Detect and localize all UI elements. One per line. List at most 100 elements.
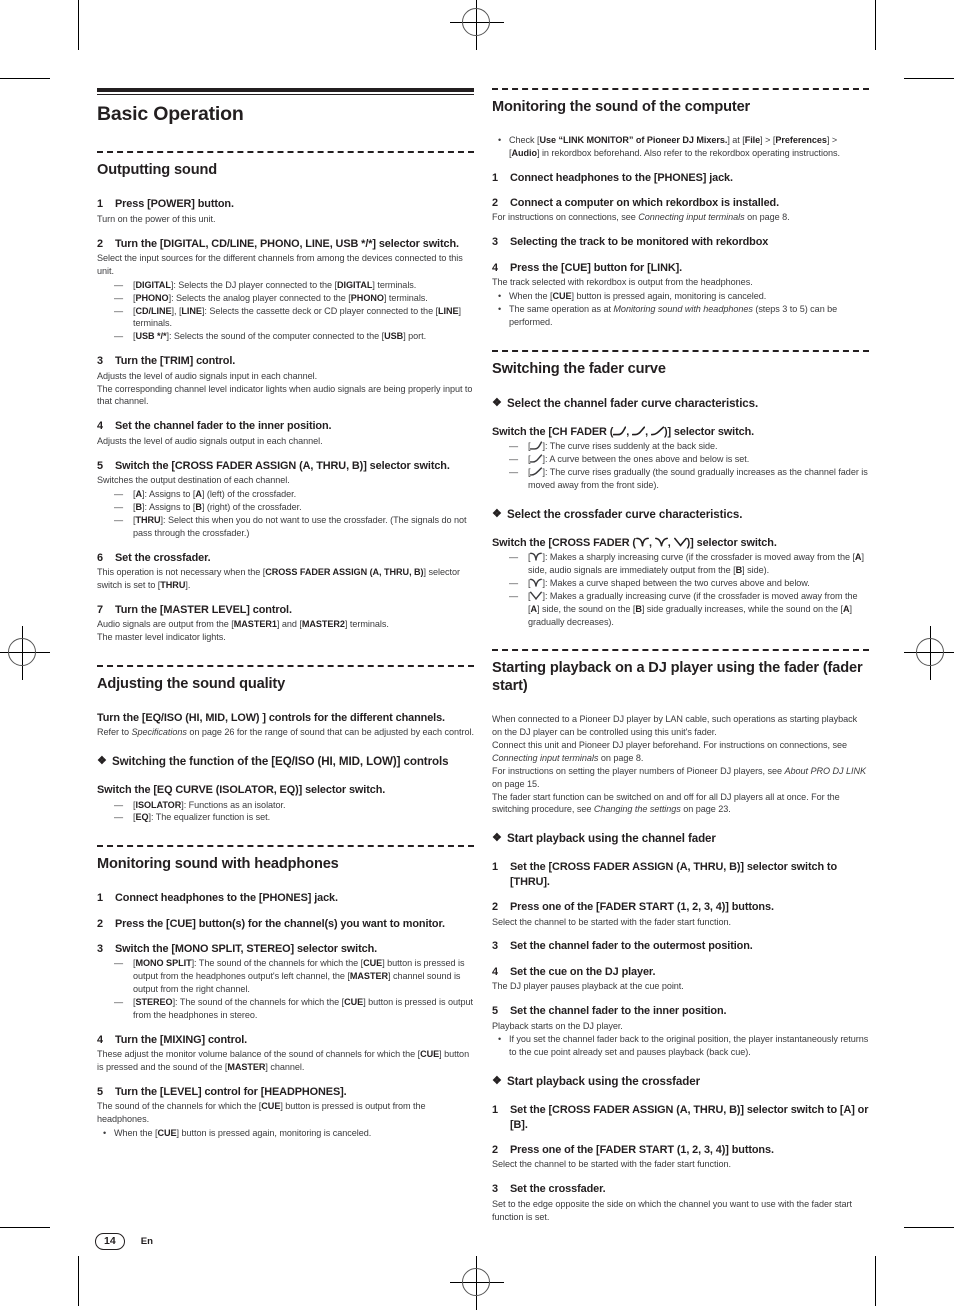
fader-curve-medium-icon — [530, 454, 543, 463]
note-list: • If you set the channel fader back to th… — [492, 1033, 869, 1059]
dash-icon: — — [114, 799, 124, 810]
step-body: Audio signals are output from the [MASTE… — [97, 619, 389, 630]
step-number: 2 — [492, 1144, 498, 1157]
instruction-title-suffix: )] selector switch. — [686, 536, 777, 549]
list-item: — [EQ]: The equalizer function is set. — [97, 811, 474, 824]
subsection-heading-channel-fader-curve: ❖ Select the channel fader curve characte… — [492, 396, 869, 411]
dash-icon: — — [509, 552, 519, 563]
list-item-text: ]: The curve rises gradually (the sound … — [528, 466, 868, 490]
list-item-text: If you set the channel fader back to the… — [509, 1034, 869, 1058]
step-7: 7 Turn the [MASTER LEVEL] control. — [97, 603, 474, 617]
section-body: Connect this unit and Pioneer DJ player … — [492, 739, 848, 763]
list-item-text: [MONO SPLIT]: The sound of the channels … — [133, 958, 465, 995]
crossfader-curve-gradual-icon — [530, 591, 543, 600]
subsection-heading-switching-eq-iso-function: ❖ Switching the function of the [EQ/ISO (… — [97, 754, 474, 769]
crossfader-curve-medium-icon — [654, 537, 668, 547]
diamond-icon: ❖ — [492, 1075, 502, 1088]
list-item-text: The same operation as at Monitoring soun… — [509, 303, 838, 327]
section-body: For instructions on setting the player n… — [492, 765, 867, 789]
step-4: 4 Set the cue on the DJ player. — [492, 965, 869, 979]
dash-icon: — — [509, 466, 519, 477]
list-item-text: [DIGITAL]: Selects the DJ player connect… — [133, 279, 417, 290]
option-list: — [MONO SPLIT]: The sound of the channels… — [97, 957, 474, 1022]
option-list: — [ISOLATOR]: Functions as an isolator. —… — [97, 799, 474, 825]
step-number: 1 — [97, 198, 103, 211]
section-divider — [492, 88, 869, 90]
list-item-text: [CD/LINE], [LINE]: Selects the cassette … — [133, 305, 462, 329]
option-list: —[]: Makes a sharply increasing curve (i… — [492, 551, 869, 628]
dash-icon: — — [114, 501, 124, 512]
list-item: • When the [CUE] button is pressed again,… — [97, 1127, 474, 1140]
list-item-text: Check [Use “LINK MONITOR” of Pioneer DJ … — [509, 134, 840, 158]
step-number: 2 — [492, 197, 498, 209]
instruction-title: Turn the [EQ/ISO (HI, MID, LOW) ] contro… — [97, 711, 445, 724]
step-number: 3 — [97, 942, 103, 955]
instruction-title-prefix: Switch the [CROSS FADER ( — [492, 536, 636, 549]
instruction-title-cross-fader: Switch the [CROSS FADER (, , )] selector… — [492, 536, 869, 550]
step-3: 3 Turn the [TRIM] control. — [97, 354, 474, 368]
list-item-text: [ISOLATOR]: Functions as an isolator. — [133, 799, 286, 810]
step-body: Switches the output destination of each … — [97, 475, 290, 486]
step-number: 1 — [492, 1104, 498, 1117]
section-heading-monitoring-computer-sound: Monitoring the sound of the computer — [492, 99, 751, 115]
step-4: 4 Turn the [MIXING] control. — [97, 1033, 474, 1047]
list-item-text: When the [CUE] button is pressed again, … — [509, 290, 767, 301]
dash-icon: — — [114, 812, 124, 823]
section-divider — [97, 665, 474, 667]
step-2: 2 Turn the [DIGITAL, CD/LINE, PHONO, LINE… — [97, 237, 474, 251]
language-label: En — [140, 1235, 153, 1247]
step-title: Turn the [MASTER LEVEL] control. — [115, 603, 292, 616]
section-body: The fader start function can be switched… — [492, 791, 840, 815]
option-list: — [A]: Assigns to [A] (left) of the cross… — [97, 488, 474, 540]
step-body: Turn on the power of this unit. — [97, 213, 216, 224]
step-number: 6 — [97, 551, 103, 564]
fader-curve-steep-icon — [530, 441, 543, 450]
step-title: Set the channel fader to the inner posit… — [115, 420, 332, 433]
step-number: 3 — [492, 236, 498, 249]
dash-icon: — — [114, 958, 124, 969]
step-body: Set to the edge opposite the side on whi… — [492, 1198, 852, 1222]
bullet-icon: • — [498, 134, 502, 145]
step-number: 1 — [97, 892, 103, 905]
step-3: 3 Selecting the track to be monitored wit… — [492, 235, 869, 249]
subsection-heading-text: Select the crossfader curve characterist… — [507, 507, 743, 521]
step-number: 3 — [492, 940, 498, 953]
left-column: Basic Operation Outputting sound 1 Press … — [97, 88, 474, 1140]
note-list: • When the [CUE] button is pressed again,… — [97, 1127, 474, 1140]
option-list: — [DIGITAL]: Selects the DJ player connec… — [97, 279, 474, 344]
list-item-text: [EQ]: The equalizer function is set. — [133, 812, 271, 823]
bullet-icon: • — [498, 290, 502, 301]
fader-curve-gradual-icon — [650, 425, 664, 436]
crossfader-curve-sharp-icon — [530, 552, 543, 561]
step-title: Set the crossfader. — [115, 551, 211, 564]
step-1: 1 Set the [CROSS FADER ASSIGN (A, THRU, B… — [492, 1103, 869, 1132]
list-item: — [B]: Assigns to [B] (right) of the cros… — [97, 501, 474, 514]
step-2: 2 Press the [CUE] button(s) for the chann… — [97, 917, 474, 931]
list-item: — [DIGITAL]: Selects the DJ player connec… — [97, 279, 474, 292]
step-body: For instructions on connections, see Con… — [492, 212, 790, 223]
page-title: Basic Operation — [97, 103, 244, 125]
dash-icon: — — [114, 514, 124, 525]
diamond-icon: ❖ — [492, 832, 502, 845]
step-number: 4 — [492, 261, 498, 274]
list-item: • The same operation as at Monitoring sou… — [492, 303, 869, 329]
step-title: Set the [CROSS FADER ASSIGN (A, THRU, B)… — [510, 861, 838, 888]
step-title: Turn the [DIGITAL, CD/LINE, PHONO, LINE,… — [115, 237, 459, 250]
list-item: —[]: The curve rises suddenly at the bac… — [509, 440, 718, 451]
step-number: 5 — [492, 1005, 498, 1018]
step-number: 7 — [97, 603, 103, 616]
list-item: — [STEREO]: The sound of the channels for… — [97, 996, 474, 1022]
fader-curve-steep-icon — [613, 425, 627, 436]
list-item-text: [B]: Assigns to [B] (right) of the cross… — [133, 501, 302, 512]
section-heading-fader-start: Starting playback on a DJ player using t… — [492, 660, 863, 695]
fader-curve-medium-icon — [632, 425, 646, 436]
dash-icon: — — [509, 440, 519, 451]
step-5: 5 Switch the [CROSS FADER ASSIGN (A, THRU… — [97, 459, 474, 473]
list-item: —[]: A curve between the ones above and … — [509, 453, 750, 464]
list-item: • When the [CUE] button is pressed again,… — [492, 290, 869, 303]
list-item: — [MONO SPLIT]: The sound of the channels… — [97, 957, 474, 996]
list-item: — [ISOLATOR]: Functions as an isolator. — [97, 799, 474, 812]
step-title: Selecting the track to be monitored with… — [510, 236, 769, 249]
bullet-icon: • — [498, 1034, 502, 1045]
step-title: Set the crossfader. — [510, 1183, 606, 1196]
